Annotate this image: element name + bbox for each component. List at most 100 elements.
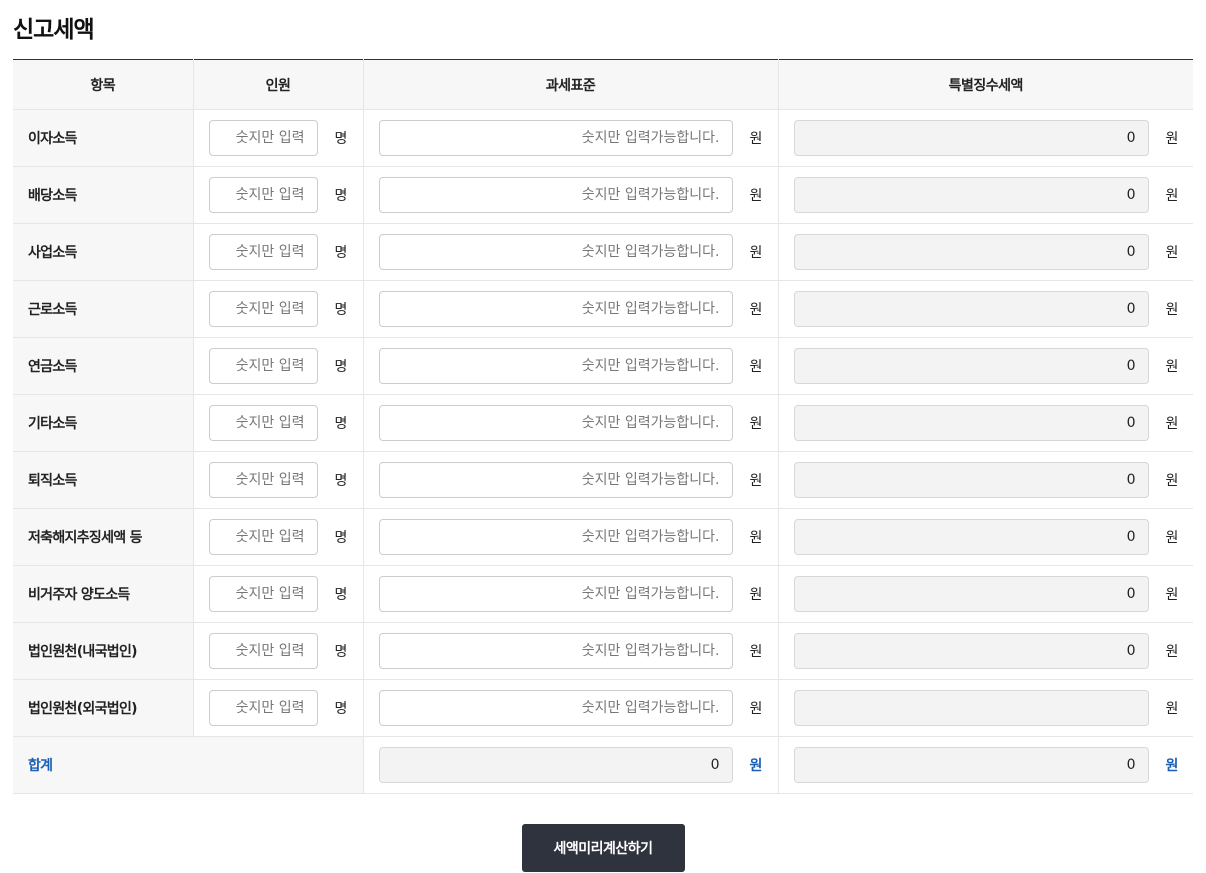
row-label: 이자소득 [13,109,193,167]
button-area: 세액미리계산하기 [0,824,1206,872]
row-label: 기타소득 [13,394,193,452]
persons-unit: 명 [334,416,348,432]
tax-base-input[interactable] [378,576,733,612]
total-row: 합계 원 원 [13,736,1193,794]
persons-input[interactable] [208,234,318,270]
persons-input[interactable] [208,519,318,555]
special-tax-field [793,519,1149,555]
tax-base-input[interactable] [378,690,733,726]
persons-input[interactable] [208,462,318,498]
special-tax-field [793,462,1149,498]
persons-unit: 명 [334,359,348,375]
table-row: 사업소득 명 원 원 [13,223,1193,281]
tax-base-unit: 원 [749,131,763,147]
row-label: 퇴직소득 [13,451,193,509]
header-item: 항목 [13,59,193,110]
header-persons: 인원 [192,59,363,110]
tax-base-unit: 원 [749,587,763,603]
persons-unit: 명 [334,473,348,489]
row-label: 비거주자 양도소득 [13,565,193,623]
table-row: 법인원천(외국법인) 명 원 원 [13,679,1193,737]
persons-unit: 명 [334,701,348,717]
special-tax-field [793,120,1149,156]
table-row: 법인원천(내국법인) 명 원 원 [13,622,1193,680]
header-tax-base: 과세표준 [362,59,778,110]
calculate-tax-button[interactable]: 세액미리계산하기 [521,824,685,872]
row-label: 법인원천(외국법인) [13,679,193,737]
table-header-row: 항목 인원 과세표준 특별징수세액 [13,59,1193,110]
persons-input[interactable] [208,120,318,156]
total-tax-base-field [378,747,733,783]
total-base-unit: 원 [749,758,763,774]
persons-input[interactable] [208,690,318,726]
persons-unit: 명 [334,530,348,546]
tax-base-unit: 원 [749,701,763,717]
special-tax-field [793,405,1149,441]
tax-base-unit: 원 [749,359,763,375]
special-tax-field [793,234,1149,270]
special-tax-unit: 원 [1165,188,1179,204]
row-label: 연금소득 [13,337,193,395]
special-tax-unit: 원 [1165,701,1179,717]
persons-unit: 명 [334,188,348,204]
special-tax-field [793,576,1149,612]
tax-base-input[interactable] [378,291,733,327]
tax-base-input[interactable] [378,234,733,270]
tax-base-input[interactable] [378,519,733,555]
row-label: 배당소득 [13,166,193,224]
table-row: 비거주자 양도소득 명 원 원 [13,565,1193,623]
special-tax-field [793,348,1149,384]
row-label: 근로소득 [13,280,193,338]
persons-unit: 명 [334,245,348,261]
persons-input[interactable] [208,177,318,213]
table-row: 기타소득 명 원 원 [13,394,1193,452]
persons-unit: 명 [334,131,348,147]
special-tax-unit: 원 [1165,587,1179,603]
tax-base-input[interactable] [378,633,733,669]
special-tax-unit: 원 [1165,530,1179,546]
tax-base-input[interactable] [378,462,733,498]
special-tax-field [793,291,1149,327]
tax-base-input[interactable] [378,120,733,156]
table-row: 저축해지추징세액 등 명 원 원 [13,508,1193,566]
table-row: 배당소득 명 원 원 [13,166,1193,224]
special-tax-unit: 원 [1165,644,1179,660]
tax-base-unit: 원 [749,644,763,660]
special-tax-unit: 원 [1165,245,1179,261]
total-special-tax-field [793,747,1149,783]
special-tax-unit: 원 [1165,416,1179,432]
tax-base-input[interactable] [378,405,733,441]
table-row: 근로소득 명 원 원 [13,280,1193,338]
row-label: 사업소득 [13,223,193,281]
tax-base-unit: 원 [749,530,763,546]
special-tax-unit: 원 [1165,131,1179,147]
persons-input[interactable] [208,291,318,327]
tax-base-input[interactable] [378,348,733,384]
persons-input[interactable] [208,405,318,441]
total-tax-unit: 원 [1165,758,1179,774]
persons-input[interactable] [208,576,318,612]
page-title: 신고세액 [13,17,95,43]
persons-unit: 명 [334,302,348,318]
special-tax-field [793,690,1149,726]
tax-base-unit: 원 [749,188,763,204]
row-label: 저축해지추징세액 등 [13,508,193,566]
persons-unit: 명 [334,587,348,603]
persons-unit: 명 [334,644,348,660]
special-tax-unit: 원 [1165,473,1179,489]
tax-table: 항목 인원 과세표준 특별징수세액 이자소득명원원배당소득명원원사업소득명원원근… [13,59,1193,794]
table-row: 이자소득 명 원 원 [13,109,1193,167]
special-tax-unit: 원 [1165,359,1179,375]
tax-base-unit: 원 [749,245,763,261]
table-row: 연금소득 명 원 원 [13,337,1193,395]
table-row: 퇴직소득 명 원 원 [13,451,1193,509]
persons-input[interactable] [208,348,318,384]
tax-base-unit: 원 [749,473,763,489]
special-tax-field [793,633,1149,669]
tax-base-input[interactable] [378,177,733,213]
special-tax-unit: 원 [1165,302,1179,318]
row-label: 법인원천(내국법인) [13,622,193,680]
persons-input[interactable] [208,633,318,669]
header-special-tax: 특별징수세액 [777,59,1193,110]
total-label: 합계 [13,736,363,794]
